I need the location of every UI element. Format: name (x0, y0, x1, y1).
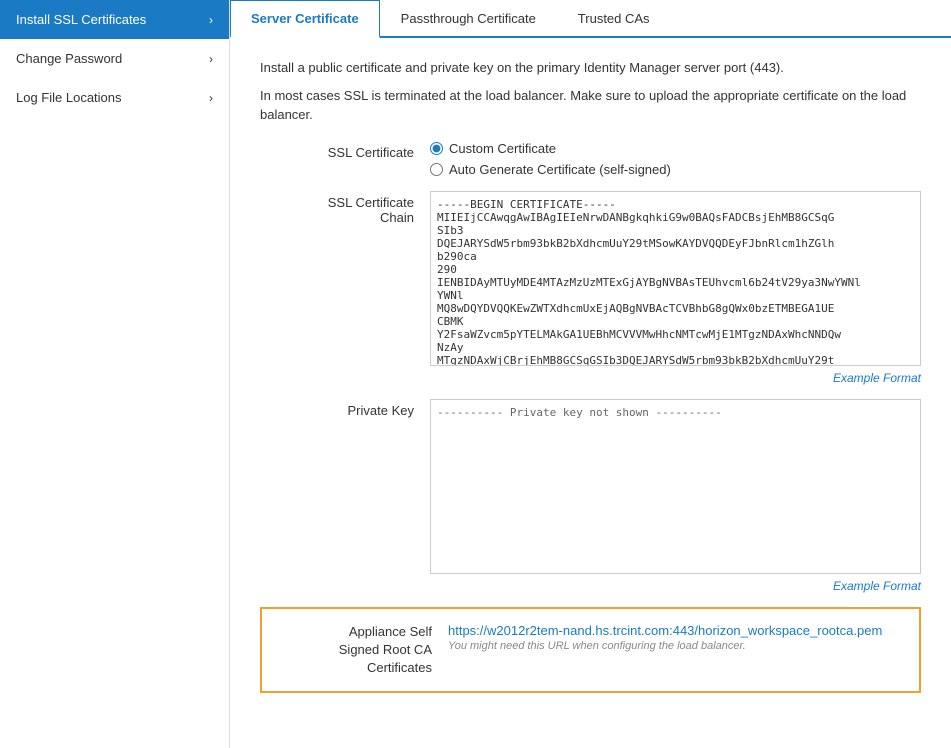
main-content: Server Certificate Passthrough Certifica… (230, 0, 951, 748)
description-line1: Install a public certificate and private… (260, 58, 921, 78)
sidebar-item-label: Install SSL Certificates (16, 12, 146, 27)
private-key-textarea[interactable]: ---------- Private key not shown -------… (430, 399, 921, 574)
radio-custom-certificate[interactable]: Custom Certificate (430, 141, 921, 156)
content-area: Install a public certificate and private… (230, 38, 951, 748)
sidebar-item-install-ssl[interactable]: Install SSL Certificates › (0, 0, 229, 39)
tab-bar: Server Certificate Passthrough Certifica… (230, 0, 951, 38)
appliance-note: You might need this URL when configuring… (448, 640, 903, 652)
ssl-chain-label: SSL Certificate Chain (260, 191, 430, 225)
radio-custom-input[interactable] (430, 142, 443, 155)
ssl-chain-row: SSL Certificate Chain -----BEGIN CERTIFI… (260, 191, 921, 385)
radio-auto-input[interactable] (430, 163, 443, 176)
appliance-url-link[interactable]: https://w2012r2tem-nand.hs.trcint.com:44… (448, 623, 903, 638)
tab-passthrough-certificate[interactable]: Passthrough Certificate (380, 0, 557, 38)
description: Install a public certificate and private… (260, 58, 921, 125)
appliance-section: Appliance SelfSigned Root CACertificates… (260, 607, 921, 694)
tab-server-certificate[interactable]: Server Certificate (230, 0, 380, 38)
sidebar-item-label: Log File Locations (16, 90, 122, 105)
chevron-right-icon: › (209, 91, 213, 105)
radio-custom-label: Custom Certificate (449, 141, 556, 156)
chevron-right-icon: › (209, 13, 213, 27)
ssl-certificate-options: Custom Certificate Auto Generate Certifi… (430, 141, 921, 177)
appliance-label: Appliance SelfSigned Root CACertificates (278, 623, 448, 678)
sidebar-item-label: Change Password (16, 51, 122, 66)
description-line2: In most cases SSL is terminated at the l… (260, 86, 921, 125)
tab-trusted-cas[interactable]: Trusted CAs (557, 0, 671, 38)
ssl-chain-example-link[interactable]: Example Format (430, 371, 921, 385)
appliance-content: https://w2012r2tem-nand.hs.trcint.com:44… (448, 623, 903, 652)
private-key-label: Private Key (260, 399, 430, 418)
sidebar: Install SSL Certificates › Change Passwo… (0, 0, 230, 748)
ssl-chain-textarea[interactable]: -----BEGIN CERTIFICATE----- MIIEIjCCAwqg… (430, 191, 921, 366)
ssl-certificate-row: SSL Certificate Custom Certificate Auto … (260, 141, 921, 177)
ssl-certificate-label: SSL Certificate (260, 141, 430, 160)
sidebar-item-log-file-locations[interactable]: Log File Locations › (0, 78, 229, 117)
ssl-chain-control: -----BEGIN CERTIFICATE----- MIIEIjCCAwqg… (430, 191, 921, 385)
private-key-row: Private Key ---------- Private key not s… (260, 399, 921, 593)
radio-group: Custom Certificate Auto Generate Certifi… (430, 141, 921, 177)
private-key-control: ---------- Private key not shown -------… (430, 399, 921, 593)
sidebar-item-change-password[interactable]: Change Password › (0, 39, 229, 78)
radio-auto-label: Auto Generate Certificate (self-signed) (449, 162, 671, 177)
radio-auto-generate[interactable]: Auto Generate Certificate (self-signed) (430, 162, 921, 177)
chevron-right-icon: › (209, 52, 213, 66)
private-key-example-link[interactable]: Example Format (430, 579, 921, 593)
